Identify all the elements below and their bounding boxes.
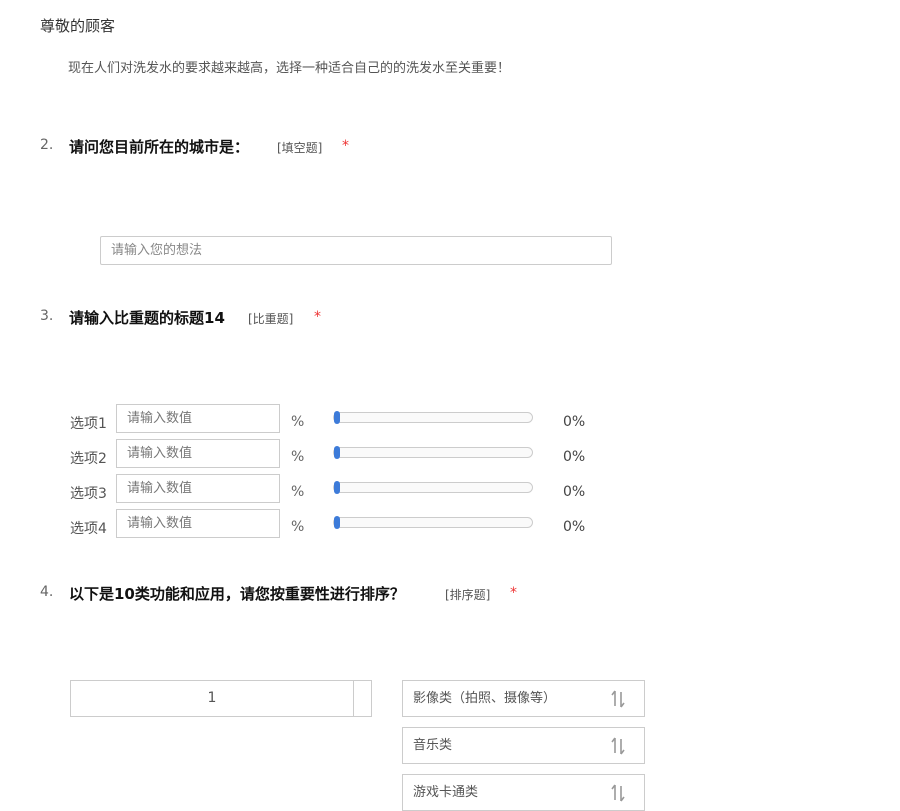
option-percent-value: 0%: [563, 519, 586, 535]
city-input[interactable]: [100, 236, 612, 265]
option-percent-value: 0%: [563, 484, 586, 500]
rank-item-label: 影像类（拍照、摄像等）: [413, 691, 557, 706]
question-type: [排序题]: [445, 588, 491, 602]
question-title: 以下是10类功能和应用，请您按重要性进行排序？: [69, 585, 405, 603]
question-type: [填空题]: [277, 141, 323, 155]
question-number: 3.: [40, 308, 54, 324]
question-title: 请问您目前所在的城市是：: [69, 138, 250, 156]
option-value-input[interactable]: [116, 404, 280, 433]
option-value-input[interactable]: [116, 474, 280, 503]
option-label: 选项2: [70, 451, 107, 467]
sort-icon: [611, 784, 625, 802]
question-type: [比重题]: [248, 312, 294, 326]
rank-number: 1: [71, 681, 354, 716]
option-label: 选项4: [70, 521, 107, 537]
rank-slot[interactable]: 1: [70, 680, 372, 717]
percent-sign: %: [291, 484, 305, 500]
slider-handle[interactable]: [334, 516, 340, 529]
slider-handle[interactable]: [334, 446, 340, 459]
option-slider[interactable]: [333, 481, 533, 494]
option-slider[interactable]: [333, 516, 533, 529]
required-mark: *: [342, 138, 349, 154]
option-value-input[interactable]: [116, 439, 280, 468]
rank-item[interactable]: 影像类（拍照、摄像等）: [402, 680, 645, 717]
sort-icon: [611, 737, 625, 755]
option-value-input[interactable]: [116, 509, 280, 538]
required-mark: *: [510, 585, 517, 601]
rank-item-label: 音乐类: [413, 738, 453, 753]
option-percent-value: 0%: [563, 414, 586, 430]
percent-sign: %: [291, 519, 305, 535]
option-percent-value: 0%: [563, 449, 586, 465]
survey-greeting: 尊敬的顾客: [40, 17, 116, 35]
rank-item[interactable]: 游戏卡通类: [402, 774, 645, 811]
option-label: 选项3: [70, 486, 107, 502]
question-number: 4.: [40, 584, 54, 600]
slider-handle[interactable]: [334, 411, 340, 424]
survey-intro: 现在人们对洗发水的要求越来越高，选择一种适合自己的的洗发水至关重要！: [68, 61, 511, 76]
option-slider[interactable]: [333, 446, 533, 459]
rank-item[interactable]: 音乐类: [402, 727, 645, 764]
rank-item-label: 游戏卡通类: [413, 785, 479, 800]
percent-sign: %: [291, 449, 305, 465]
question-title: 请输入比重题的标题14: [69, 309, 225, 327]
question-number: 2.: [40, 137, 54, 153]
percent-sign: %: [291, 414, 305, 430]
option-slider[interactable]: [333, 411, 533, 424]
slider-handle[interactable]: [334, 481, 340, 494]
required-mark: *: [314, 309, 321, 325]
sort-icon: [611, 690, 625, 708]
option-label: 选项1: [70, 416, 107, 432]
